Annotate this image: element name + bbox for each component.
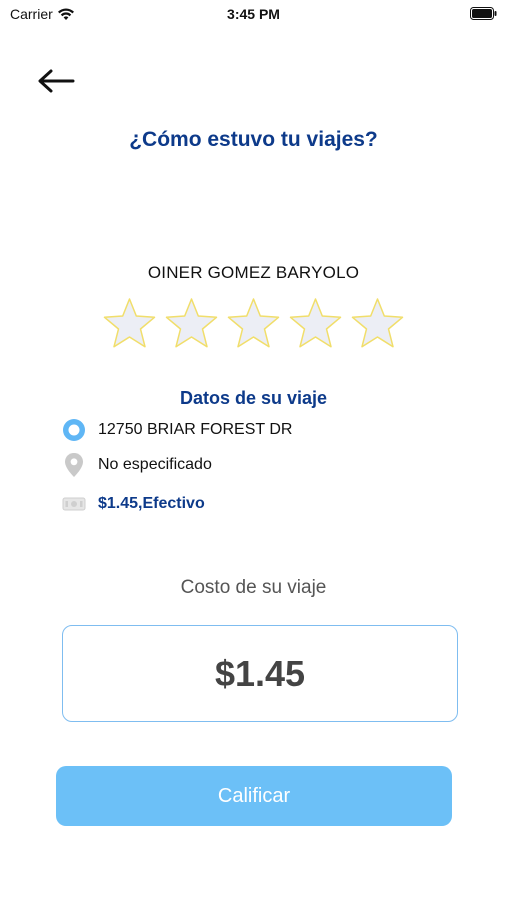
trip-details-title: Datos de su viaje xyxy=(179,388,328,408)
arrow-left-icon xyxy=(38,69,75,93)
status-time: 3:45 PM xyxy=(227,6,280,22)
star-icon-5[interactable] xyxy=(349,296,406,352)
trip-origin-address: 12750 BRIAR FOREST DR xyxy=(98,421,293,438)
trip-destination-row: No especificado xyxy=(62,453,212,477)
page-title: ¿Cómo estuvo tu viajes? xyxy=(129,128,378,151)
star-icon-1[interactable] xyxy=(101,296,158,352)
star-rating xyxy=(101,296,406,352)
battery-icon xyxy=(470,7,497,20)
star-icon-4[interactable] xyxy=(287,296,344,352)
driver-name: OINER GOMEZ BARYOLO xyxy=(147,263,360,282)
star-icon-2[interactable] xyxy=(163,296,220,352)
trip-payment-info: $1.45,Efectivo xyxy=(98,495,205,512)
origin-marker-icon xyxy=(62,418,86,442)
cost-display: $1.45 xyxy=(62,625,458,722)
cost-value: $1.45 xyxy=(214,652,306,694)
star-icon-3[interactable] xyxy=(225,296,282,352)
back-button[interactable] xyxy=(34,64,78,98)
cash-icon xyxy=(62,492,86,516)
trip-origin-row: 12750 BRIAR FOREST DR xyxy=(62,418,292,442)
cost-label: Costo de su viaje xyxy=(180,577,327,598)
trip-destination-address: No especificado xyxy=(98,456,212,473)
rate-button[interactable]: Calificar xyxy=(56,766,452,826)
status-bar: Carrier 3:45 PM xyxy=(0,0,507,28)
location-pin-icon xyxy=(62,453,86,477)
rate-button-label: Calificar xyxy=(217,784,291,807)
trip-payment-row: $1.45,Efectivo xyxy=(62,492,205,516)
